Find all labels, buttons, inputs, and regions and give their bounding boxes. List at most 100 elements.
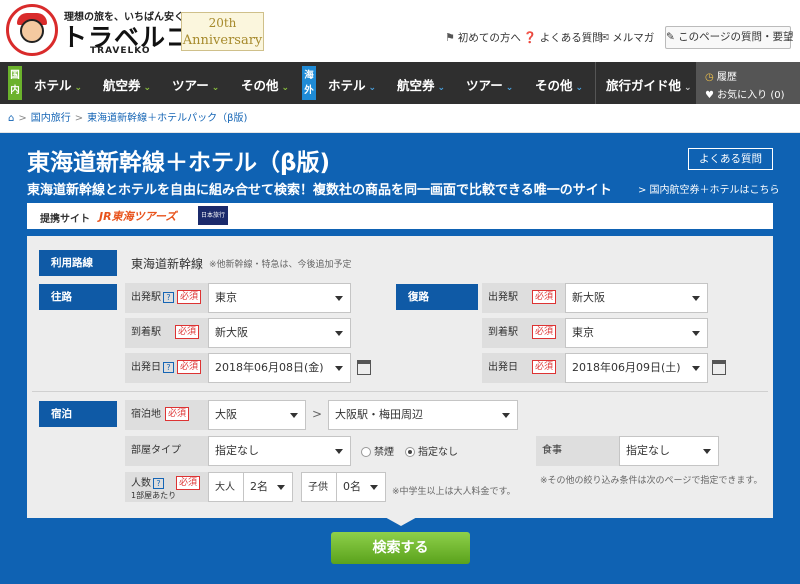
return-dep-select[interactable]: 新大阪 xyxy=(565,283,708,313)
required-badge: 必須 xyxy=(177,360,202,374)
return-label: 復路 xyxy=(396,284,478,310)
faq-button[interactable]: よくある質問 xyxy=(688,148,773,170)
mail-icon: ✉ xyxy=(600,31,610,44)
room-type-select[interactable]: 指定なし xyxy=(208,436,351,466)
stay-area-select[interactable]: 大阪 xyxy=(208,400,306,430)
nav-guide[interactable]: 旅行ガイド他 ⌄ xyxy=(595,62,697,104)
nav-label: ツアー xyxy=(466,78,503,93)
help-icon[interactable]: ? xyxy=(163,361,174,373)
nav-label: ホテル xyxy=(328,78,366,93)
label-text: 出発駅 xyxy=(131,292,161,303)
nav-label: その他 xyxy=(535,78,573,93)
required-badge: 必須 xyxy=(532,325,557,339)
label-text: 人数 xyxy=(131,478,151,489)
outbound-label: 往路 xyxy=(39,284,117,310)
adult-select[interactable]: 2名 xyxy=(243,472,293,502)
site-header: 理想の旅を、いちばん安く。 トラベルコ TRAVELKO 20th Anniver… xyxy=(0,0,800,62)
partner-bar: 提携サイト JR東海ツアーズ 日本旅行 xyxy=(27,203,773,229)
people-sub-label: 1部屋あたり xyxy=(131,491,177,500)
calendar-icon[interactable] xyxy=(712,360,726,375)
breadcrumb: ⌂ > 国内旅行 > 東海道新幹線＋ホテルパック（β版) xyxy=(0,104,800,133)
required-badge: 必須 xyxy=(532,360,557,374)
travelko-logo[interactable] xyxy=(6,4,58,56)
page-question-button[interactable]: ✎ このページの質問・要望 xyxy=(665,26,793,49)
chevron-down-icon: ⌄ xyxy=(143,83,152,93)
route-note: ※他新幹線・特急は、今後追加予定 xyxy=(209,260,352,270)
smoking-any-radio[interactable]: 指定なし xyxy=(405,443,458,458)
beginners-link[interactable]: ⚑ 初めての方へ xyxy=(445,30,521,45)
jr-tokai-tours-logo: JR東海ツアーズ xyxy=(99,210,177,223)
required-badge: 必須 xyxy=(165,407,190,421)
nav-label: 航空券 xyxy=(397,78,435,93)
favorites-link[interactable]: ♥ お気に入り (0) xyxy=(705,86,785,101)
divider xyxy=(32,391,768,392)
room-type-label: 部屋タイプ xyxy=(125,436,209,466)
heart-icon: ♥ xyxy=(705,90,714,101)
nav-domestic-other[interactable]: その他 ⌄ xyxy=(241,75,289,94)
return-arr-select[interactable]: 東京 xyxy=(565,318,708,348)
nav-guide-inner: 旅行ガイド他 ⌄ xyxy=(606,75,692,94)
partner-label: 提携サイト xyxy=(40,214,90,225)
child-select[interactable]: 0名 xyxy=(336,472,386,502)
question-icon: ❓ xyxy=(523,31,537,44)
form-pane: 利用路線 東海道新幹線 ※他新幹線・特急は、今後追加予定 往路 出発駅? 必須 東… xyxy=(27,245,773,517)
faq-link[interactable]: ❓ よくある質問 xyxy=(523,30,603,45)
help-icon[interactable]: ? xyxy=(163,291,174,303)
outbound-date-select[interactable]: 2018年06月08日(金) xyxy=(208,353,351,383)
nav-overseas-tour[interactable]: ツアー ⌄ xyxy=(466,75,513,94)
return-dep-label: 出発駅 必須 xyxy=(482,283,566,313)
outbound-arr-select[interactable]: 新大阪 xyxy=(208,318,351,348)
help-icon[interactable]: ? xyxy=(153,477,164,489)
child-label: 子供 xyxy=(301,472,337,502)
home-icon[interactable]: ⌂ xyxy=(8,113,14,124)
label-text: 到着駅 xyxy=(131,327,161,338)
nav-label: その他 xyxy=(241,78,279,93)
outbound-dep-select[interactable]: 東京 xyxy=(208,283,351,313)
anniversary-badge: 20th Anniversary xyxy=(181,12,264,51)
chevron-down-icon: ⌄ xyxy=(211,83,220,93)
arrow-right-icon: > xyxy=(312,407,323,421)
nav-domestic-air[interactable]: 航空券 ⌄ xyxy=(103,75,151,94)
nav-domestic-tour[interactable]: ツアー ⌄ xyxy=(172,75,219,94)
nav-label: ツアー xyxy=(172,78,209,93)
child-note: ※中学生以上は大人料金です。 xyxy=(392,487,516,497)
label-text: 宿泊地 xyxy=(131,409,161,420)
breadcrumb-current[interactable]: 東海道新幹線＋ホテルパック（β版) xyxy=(87,113,247,124)
nav-domestic-hotel[interactable]: ホテル ⌄ xyxy=(34,75,82,94)
chevron-down-icon: ⌄ xyxy=(505,83,514,93)
search-button[interactable]: 検索する xyxy=(331,532,470,564)
breadcrumb-domestic[interactable]: 国内旅行 xyxy=(31,113,71,124)
history-link[interactable]: ◷ 履歴 xyxy=(705,68,737,83)
chevron-down-icon: ⌄ xyxy=(368,83,377,93)
outbound-arr-label: 到着駅 必須 xyxy=(125,318,209,348)
brand-en: TRAVELKO xyxy=(90,46,151,56)
return-date-label: 出発日 必須 xyxy=(482,353,566,383)
page-title: 東海道新幹線＋ホテル（β版) xyxy=(27,150,330,176)
domestic-air-hotel-link[interactable]: > 国内航空券＋ホテルはこちら xyxy=(638,181,780,196)
outbound-dep-label: 出発駅? 必須 xyxy=(125,283,209,313)
nav-label: 航空券 xyxy=(103,78,141,93)
stay-subarea-select[interactable]: 大阪駅・梅田周辺 xyxy=(328,400,518,430)
required-badge: 必須 xyxy=(176,476,201,490)
nav-overseas-other[interactable]: その他 ⌄ xyxy=(535,75,583,94)
people-label: 人数? 必須 1部屋あたり xyxy=(125,472,209,502)
history-panel: ◷ 履歴 ♥ お気に入り (0) xyxy=(697,62,800,104)
logo-face xyxy=(20,19,44,43)
route-value: 東海道新幹線 xyxy=(131,257,204,271)
required-badge: 必須 xyxy=(177,290,202,304)
meal-select[interactable]: 指定なし xyxy=(619,436,719,466)
nonsmoking-radio[interactable]: 禁煙 xyxy=(361,443,394,458)
return-arr-label: 到着駅 必須 xyxy=(482,318,566,348)
radio-label: 禁煙 xyxy=(374,447,394,458)
meal-label: 食事 xyxy=(536,436,620,466)
chevron-down-icon: ⌄ xyxy=(281,83,290,93)
nav-guide-label: 旅行ガイド他 xyxy=(606,78,682,93)
nav-overseas-air[interactable]: 航空券 ⌄ xyxy=(397,75,445,94)
clock-icon: ◷ xyxy=(705,72,714,83)
nav-overseas-hotel[interactable]: ホテル ⌄ xyxy=(328,75,376,94)
mailmag-link[interactable]: ✉ メルマガ xyxy=(600,30,654,45)
calendar-icon[interactable] xyxy=(357,360,371,375)
route-label: 利用路線 xyxy=(39,250,117,276)
return-date-select[interactable]: 2018年06月09日(土) xyxy=(565,353,708,383)
label-text: 出発駅 xyxy=(488,292,518,303)
